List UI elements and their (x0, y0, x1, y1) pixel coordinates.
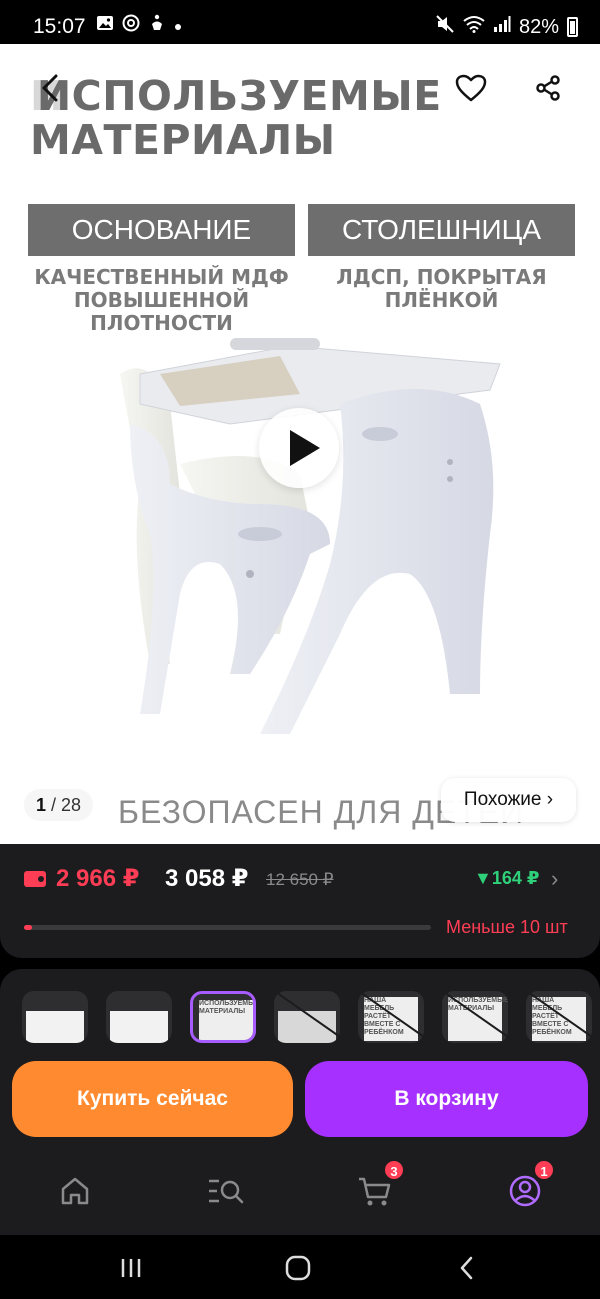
spec-desc-line: ПОВЫШЕННОЙ (73, 288, 250, 312)
add-to-cart-button[interactable]: В корзину (305, 1061, 588, 1137)
status-right-icons: 82% (435, 14, 578, 40)
thumbnail-text: ИСПОЛЬЗУЕМЫЕ МАТЕРИАЛЫ (448, 997, 508, 1041)
heart-icon (455, 74, 487, 102)
thumbnail-6[interactable]: ИСПОЛЬЗУЕМЫЕ МАТЕРИАЛЫ (442, 991, 508, 1043)
image-counter-current: 1 (36, 795, 47, 815)
thumbnail-1[interactable] (22, 991, 88, 1043)
stock-progress-fill (24, 925, 33, 930)
wifi-icon (463, 15, 485, 39)
thumbnail-strip[interactable]: ИСПОЛЬЗУЕМЫЕ МАТЕРИАЛЫ НАША МЕБЕЛЬ РАСТЁТ… (22, 991, 592, 1043)
thumbnail-5[interactable]: НАША МЕБЕЛЬ РАСТЁТ ВМЕСТЕ С РЕБЁНКОМ (358, 991, 424, 1043)
at-icon (122, 14, 140, 37)
thumbnail-text: ИСПОЛЬЗУЕМЫЕ МАТЕРИАЛЫ (199, 1000, 253, 1040)
thumbnail-text: НАША МЕБЕЛЬ РАСТЁТ ВМЕСТЕ С РЕБЁНКОМ (364, 997, 418, 1041)
bottom-navigation: 3 1 (0, 1145, 600, 1235)
back-arrow-icon (460, 1256, 473, 1280)
status-left-icons (96, 14, 182, 37)
catalog-search-icon (209, 1179, 244, 1204)
saving-amount[interactable]: ▼164 ₽ (474, 868, 539, 889)
system-navigation-bar (0, 1235, 600, 1299)
home-circle-icon (285, 1255, 311, 1281)
thumbnail-3[interactable]: ИСПОЛЬЗУЕМЫЕ МАТЕРИАЛЫ (190, 991, 256, 1043)
thumbnail-image (110, 1011, 168, 1043)
stock-label: Меньше 10 шт (446, 917, 568, 937)
spec-desc-tabletop: ЛДСП, ПОКРЫТАЯ ПЛЁНКОЙ (308, 266, 575, 312)
favorite-button[interactable] (451, 68, 491, 108)
thumbnail-text: НАША МЕБЕЛЬ РАСТЁТ ВМЕСТЕ С РЕБЁНКОМ (532, 997, 586, 1041)
profile-badge: 1 (533, 1159, 555, 1181)
image-heading: ИИСПОЛЬЗУЕМЫЕ МАТЕРИАЛЫ (30, 72, 442, 164)
stock-progress-bar (24, 925, 431, 930)
status-bar: 15:07 82% (0, 0, 600, 44)
image-counter: 1 / 28 (24, 789, 94, 821)
image-heading-line2: МАТЕРИАЛЫ (30, 116, 336, 164)
wallet-price: 2 966 ₽ (56, 865, 140, 892)
old-price: 12 650 ₽ (266, 870, 334, 889)
play-video-button[interactable] (259, 408, 339, 488)
spec-desc-line: ПЛЁНКОЙ (384, 288, 499, 312)
product-photo-desk-chair (120, 338, 501, 734)
similar-products-button[interactable]: Похожие › (441, 778, 576, 822)
spec-label-base: ОСНОВАНИЕ (28, 204, 295, 256)
nav-cart[interactable]: 3 (355, 1159, 405, 1211)
spec-desc-line: ЛДСП, ПОКРЫТАЯ (336, 265, 547, 289)
nav-home[interactable] (55, 1171, 95, 1211)
home-system-button[interactable] (283, 1253, 313, 1283)
thumbnail-image (26, 1011, 84, 1043)
wallet-icon (24, 871, 46, 887)
nav-catalog[interactable] (205, 1171, 245, 1211)
spec-desc-line: ПЛОТНОСТИ (90, 311, 233, 335)
battery-percent: 82% (518, 15, 559, 38)
home-icon (61, 1177, 89, 1205)
status-time: 15:07 (33, 15, 86, 38)
product-image-gallery[interactable]: ИИСПОЛЬЗУЕМЫЕ МАТЕРИАЛЫ ОСНОВАНИЕ СТОЛЕШ… (0, 44, 600, 844)
share-icon (536, 75, 560, 101)
spec-desc-base: КАЧЕСТВЕННЫЙ МДФ ПОВЫШЕННОЙ ПЛОТНОСТИ (28, 266, 295, 335)
image-icon (96, 15, 114, 36)
dot-icon (174, 15, 182, 36)
recent-apps-button[interactable] (116, 1253, 146, 1283)
current-price: 3 058 ₽ (165, 865, 249, 892)
cart-badge: 3 (383, 1159, 405, 1181)
accessibility-icon (148, 14, 166, 37)
back-system-button[interactable] (452, 1253, 482, 1283)
buy-now-button[interactable]: Купить сейчас (12, 1061, 293, 1137)
spec-desc-line: КАЧЕСТВЕННЫЙ МДФ (34, 265, 289, 289)
battery-icon (567, 17, 578, 37)
nav-profile[interactable]: 1 (505, 1159, 555, 1211)
image-counter-separator: / (46, 795, 62, 815)
mute-icon (435, 14, 455, 40)
chevron-right-icon[interactable]: › (551, 866, 558, 892)
chevron-left-icon (42, 74, 58, 102)
thumbnail-7[interactable]: НАША МЕБЕЛЬ РАСТЁТ ВМЕСТЕ С РЕБЁНКОМ (526, 991, 592, 1043)
thumbnail-2[interactable] (106, 991, 172, 1043)
image-counter-total: 28 (61, 795, 82, 815)
share-button[interactable] (528, 68, 568, 108)
image-heading-line1: ИСПОЛЬЗУЕМЫЕ (36, 72, 442, 120)
spec-label-tabletop: СТОЛЕШНИЦА (308, 204, 575, 256)
signal-icon (493, 15, 511, 39)
back-button[interactable] (30, 68, 70, 108)
recent-apps-icon (121, 1259, 141, 1277)
thumbnail-4[interactable] (274, 991, 340, 1043)
price-panel: 2 966 ₽ 3 058 ₽ 12 650 ₽ ▼164 ₽ › Меньше… (0, 844, 600, 958)
